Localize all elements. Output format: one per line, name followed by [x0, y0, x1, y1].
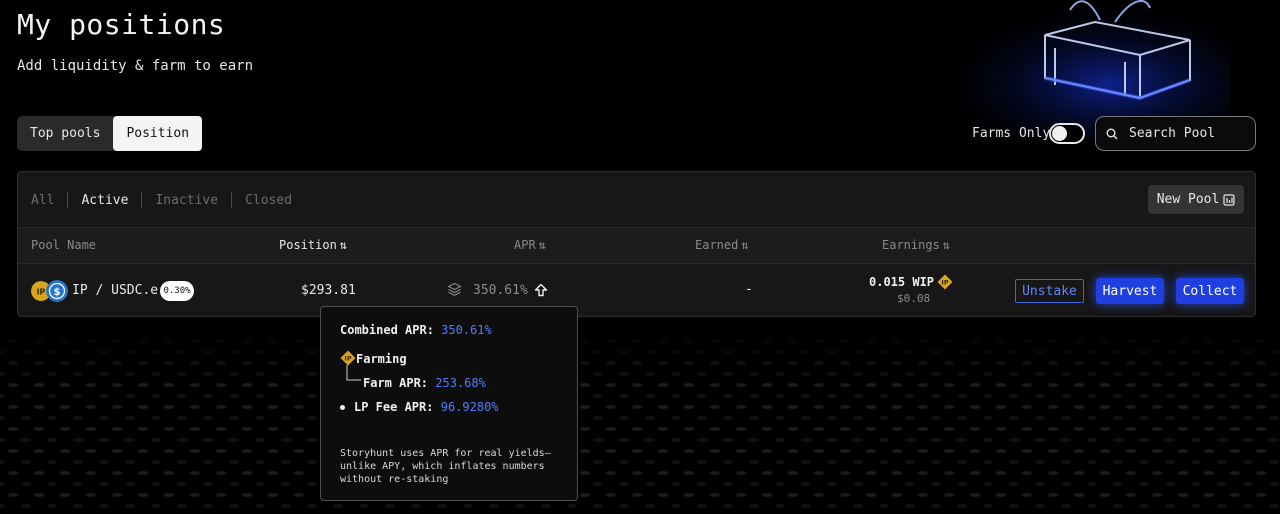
layers-icon[interactable]: [447, 282, 462, 297]
filter-divider: [231, 192, 233, 208]
lp-fee-apr-line: LP Fee APR: 96.9280%: [340, 400, 499, 414]
filter-divider: [67, 192, 69, 208]
table-row[interactable]: IP $ IP / USDC.e 0.30% $293.81 350.61% -…: [18, 265, 1255, 317]
tab-top-pools[interactable]: Top pools: [17, 116, 113, 151]
earned-value: -: [745, 282, 753, 297]
pool-icon: [1223, 193, 1235, 206]
background-pattern: [0, 330, 1280, 514]
col-earnings[interactable]: Earnings ⇅: [882, 238, 950, 252]
new-pool-label: New Pool: [1156, 192, 1220, 207]
page-title: My positions: [17, 8, 226, 41]
apr-explanation-note: Storyhunt uses APR for real yields—unlik…: [340, 448, 551, 485]
svg-text:IP: IP: [344, 355, 351, 363]
status-filters: All Active Inactive Closed: [31, 192, 292, 208]
table-header: Pool Name Position ⇅ APR ⇅ Earned ⇅ Earning…: [18, 227, 1255, 264]
svg-text:$: $: [54, 287, 61, 298]
new-pool-button[interactable]: New Pool: [1148, 185, 1244, 214]
pool-tabs: Top pools Position: [17, 116, 203, 151]
usdc-token-icon: $: [46, 280, 68, 302]
lp-fee-apr-label: LP Fee APR:: [354, 400, 434, 414]
pool-pair-name: IP / USDC.e: [72, 283, 159, 298]
col-earned-label: Earned: [695, 238, 739, 252]
bullet-icon: [340, 405, 345, 410]
position-value: $293.81: [301, 283, 356, 298]
combined-apr-label: Combined APR:: [340, 323, 434, 337]
search-box[interactable]: [1095, 116, 1256, 151]
earnings-token-amount: 0.015 WIP: [869, 275, 935, 289]
farming-label: Farming: [356, 352, 407, 366]
farm-apr-line: Farm APR: 253.68%: [363, 376, 486, 390]
wip-token-icon: IP: [937, 274, 953, 290]
col-pool-name: Pool Name: [31, 238, 96, 252]
svg-text:IP: IP: [941, 279, 948, 287]
tree-connector: [346, 365, 361, 381]
page-subtitle: Add liquidity & farm to earn: [17, 58, 254, 74]
tab-position[interactable]: Position: [113, 116, 203, 151]
sort-icon: ⇅: [942, 238, 951, 252]
search-input[interactable]: [1129, 126, 1247, 141]
apr-breakdown-tooltip: Combined APR: 350.61% IP Farming Farm AP…: [320, 306, 578, 501]
ip-token-icon: IP: [340, 350, 356, 366]
farms-only-label: Farms Only: [972, 126, 1051, 141]
filter-inactive[interactable]: Inactive: [155, 193, 218, 208]
search-icon: [1106, 128, 1118, 139]
farm-apr-label: Farm APR:: [363, 376, 429, 390]
col-pool-name-label: Pool Name: [31, 238, 97, 252]
col-earned[interactable]: Earned ⇅: [695, 238, 749, 252]
combined-apr-line: Combined APR: 350.61%: [340, 323, 492, 337]
filter-all[interactable]: All: [31, 193, 54, 208]
sort-icon: ⇅: [538, 238, 546, 252]
arrow-up-icon[interactable]: [534, 283, 548, 297]
earnings-usd-value: $0.08: [897, 292, 931, 305]
combined-apr-value: 350.61%: [441, 323, 492, 337]
farms-only-toggle[interactable]: [1049, 123, 1085, 144]
sort-icon: ⇅: [741, 238, 749, 252]
farm-apr-value: 253.68%: [435, 376, 486, 390]
col-apr-label: APR: [514, 238, 536, 252]
col-earnings-label: Earnings: [882, 238, 940, 252]
positions-panel: All Active Inactive Closed New Pool Pool…: [17, 171, 1256, 317]
unstake-button[interactable]: Unstake: [1015, 279, 1084, 303]
collect-button[interactable]: Collect: [1176, 278, 1244, 304]
filter-active[interactable]: Active: [81, 193, 128, 208]
lp-fee-apr-value: 96.9280%: [440, 400, 499, 414]
svg-text:IP: IP: [37, 288, 46, 297]
sort-icon: ⇅: [339, 238, 348, 252]
col-position[interactable]: Position ⇅: [279, 238, 347, 252]
col-apr[interactable]: APR ⇅: [514, 238, 546, 252]
apr-value: 350.61%: [473, 283, 528, 298]
col-position-label: Position: [279, 238, 337, 252]
toggle-knob: [1052, 126, 1067, 141]
filter-closed[interactable]: Closed: [245, 193, 292, 208]
filter-divider: [141, 192, 143, 208]
fee-tier-badge: 0.30%: [160, 281, 194, 301]
harvest-button[interactable]: Harvest: [1096, 278, 1164, 304]
